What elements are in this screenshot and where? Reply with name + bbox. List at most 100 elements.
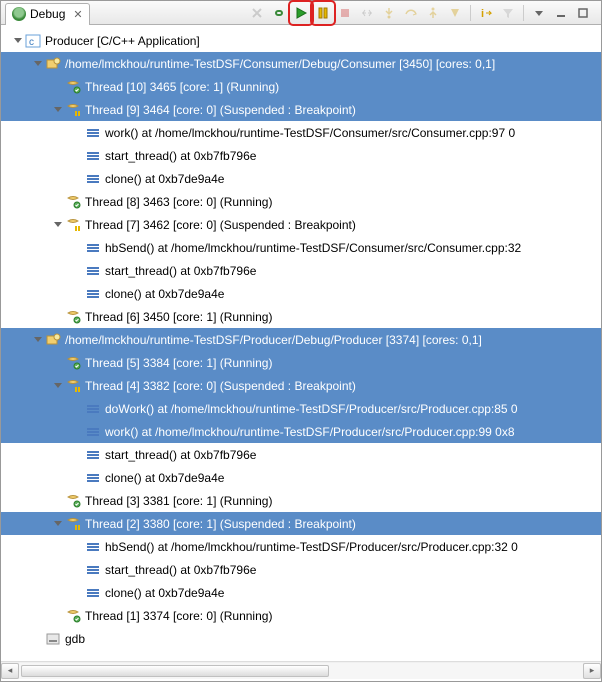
frame-icon	[85, 171, 101, 187]
gdb-process[interactable]: gdb	[1, 627, 601, 650]
instruction-step-icon[interactable]: i	[476, 3, 496, 23]
stack-frame[interactable]: work() at /home/lmckhou/runtime-TestDSF/…	[1, 420, 601, 443]
tree-item-label: Thread [4] 3382 [core: 0] (Suspended : B…	[85, 379, 356, 393]
thread-4[interactable]: Thread [4] 3382 [core: 0] (Suspended : B…	[1, 374, 601, 397]
stack-frame[interactable]: clone() at 0xb7de9a4e	[1, 581, 601, 604]
separator	[523, 5, 524, 21]
disconnect-icon[interactable]	[357, 3, 377, 23]
twistie-icon[interactable]	[9, 33, 25, 49]
thread-5[interactable]: Thread [5] 3384 [core: 1] (Running)	[1, 351, 601, 374]
thread-sus-icon	[65, 516, 81, 532]
twistie-icon[interactable]	[49, 378, 65, 394]
thread-3[interactable]: Thread [3] 3381 [core: 1] (Running)	[1, 489, 601, 512]
tree-item-label: Thread [2] 3380 [core: 1] (Suspended : B…	[85, 517, 356, 531]
drop-frame-icon[interactable]	[445, 3, 465, 23]
twistie-icon	[69, 470, 85, 486]
stack-frame[interactable]: clone() at 0xb7de9a4e	[1, 282, 601, 305]
step-over-icon[interactable]	[401, 3, 421, 23]
stack-frame[interactable]: clone() at 0xb7de9a4e	[1, 167, 601, 190]
tree-item-label: work() at /home/lmckhou/runtime-TestDSF/…	[105, 126, 515, 140]
thread-8[interactable]: Thread [8] 3463 [core: 0] (Running)	[1, 190, 601, 213]
stack-frame[interactable]: start_thread() at 0xb7fb796e	[1, 558, 601, 581]
tree-item-label: start_thread() at 0xb7fb796e	[105, 563, 256, 577]
gdb-icon	[45, 631, 61, 647]
scroll-thumb[interactable]	[21, 665, 329, 677]
thread-run-icon	[65, 194, 81, 210]
debug-tree[interactable]: cProducer [C/C++ Application] /home/lmckh…	[1, 25, 601, 661]
stack-frame[interactable]: clone() at 0xb7de9a4e	[1, 466, 601, 489]
debug-tab[interactable]: Debug ✕	[5, 3, 90, 25]
tree-item-label: hbSend() at /home/lmckhou/runtime-TestDS…	[105, 241, 521, 255]
twistie-icon	[69, 286, 85, 302]
proc-icon	[45, 56, 61, 72]
minimize-icon[interactable]	[551, 3, 571, 23]
twistie-icon[interactable]	[49, 102, 65, 118]
c-app-icon: c	[25, 33, 41, 49]
tree-item-label: clone() at 0xb7de9a4e	[105, 586, 224, 600]
frame-icon	[85, 263, 101, 279]
thread-run-icon	[65, 309, 81, 325]
twistie-icon[interactable]	[49, 217, 65, 233]
resume-icon[interactable]	[291, 3, 311, 23]
stack-frame[interactable]: start_thread() at 0xb7fb796e	[1, 144, 601, 167]
horizontal-scrollbar[interactable]: ◂ ▸	[1, 661, 601, 679]
step-return-icon[interactable]	[423, 3, 443, 23]
frame-icon	[85, 401, 101, 417]
tree-item-label: clone() at 0xb7de9a4e	[105, 471, 224, 485]
remove-terminated-icon[interactable]	[247, 3, 267, 23]
process-producer[interactable]: /home/lmckhou/runtime-TestDSF/Producer/D…	[1, 328, 601, 351]
tree-item-label: work() at /home/lmckhou/runtime-TestDSF/…	[105, 425, 515, 439]
suspend-icon[interactable]	[313, 3, 333, 23]
thread-6[interactable]: Thread [6] 3450 [core: 1] (Running)	[1, 305, 601, 328]
connect-icon[interactable]	[269, 3, 289, 23]
use-step-filters-icon[interactable]	[498, 3, 518, 23]
twistie-icon	[49, 194, 65, 210]
thread-1[interactable]: Thread [1] 3374 [core: 0] (Running)	[1, 604, 601, 627]
twistie-icon[interactable]	[29, 56, 45, 72]
svg-text:i: i	[481, 8, 484, 20]
thread-run-icon	[65, 355, 81, 371]
debug-icon	[12, 7, 26, 21]
thread-7[interactable]: Thread [7] 3462 [core: 0] (Suspended : B…	[1, 213, 601, 236]
tree-item-label: /home/lmckhou/runtime-TestDSF/Consumer/D…	[65, 57, 495, 71]
tree-item-label: Thread [3] 3381 [core: 1] (Running)	[85, 494, 272, 508]
twistie-icon[interactable]	[49, 516, 65, 532]
close-icon[interactable]: ✕	[69, 8, 82, 21]
twistie-icon	[69, 148, 85, 164]
launch-config[interactable]: cProducer [C/C++ Application]	[1, 29, 601, 52]
maximize-icon[interactable]	[573, 3, 593, 23]
tree-item-label: doWork() at /home/lmckhou/runtime-TestDS…	[105, 402, 518, 416]
tree-item-label: hbSend() at /home/lmckhou/runtime-TestDS…	[105, 540, 518, 554]
scroll-right-button[interactable]: ▸	[583, 663, 601, 679]
thread-9[interactable]: Thread [9] 3464 [core: 0] (Suspended : B…	[1, 98, 601, 121]
tree-item-label: start_thread() at 0xb7fb796e	[105, 264, 256, 278]
frame-icon	[85, 240, 101, 256]
stack-frame[interactable]: work() at /home/lmckhou/runtime-TestDSF/…	[1, 121, 601, 144]
twistie-icon	[69, 240, 85, 256]
proc-icon	[45, 332, 61, 348]
scroll-track[interactable]	[19, 663, 583, 679]
scroll-left-button[interactable]: ◂	[1, 663, 19, 679]
tree-item-label: clone() at 0xb7de9a4e	[105, 287, 224, 301]
twistie-icon	[69, 424, 85, 440]
process-consumer[interactable]: /home/lmckhou/runtime-TestDSF/Consumer/D…	[1, 52, 601, 75]
debug-toolbar: i	[247, 3, 597, 23]
twistie-icon[interactable]	[29, 332, 45, 348]
stack-frame[interactable]: doWork() at /home/lmckhou/runtime-TestDS…	[1, 397, 601, 420]
twistie-icon	[29, 631, 45, 647]
frame-icon	[85, 148, 101, 164]
tree-item-label: start_thread() at 0xb7fb796e	[105, 448, 256, 462]
thread-10[interactable]: Thread [10] 3465 [core: 1] (Running)	[1, 75, 601, 98]
tree-item-label: Thread [9] 3464 [core: 0] (Suspended : B…	[85, 103, 356, 117]
stack-frame[interactable]: hbSend() at /home/lmckhou/runtime-TestDS…	[1, 535, 601, 558]
thread-run-icon	[65, 608, 81, 624]
twistie-icon	[49, 79, 65, 95]
tree-item-label: /home/lmckhou/runtime-TestDSF/Producer/D…	[65, 333, 482, 347]
view-menu-icon[interactable]	[529, 3, 549, 23]
stack-frame[interactable]: start_thread() at 0xb7fb796e	[1, 443, 601, 466]
stack-frame[interactable]: start_thread() at 0xb7fb796e	[1, 259, 601, 282]
stack-frame[interactable]: hbSend() at /home/lmckhou/runtime-TestDS…	[1, 236, 601, 259]
thread-2[interactable]: Thread [2] 3380 [core: 1] (Suspended : B…	[1, 512, 601, 535]
step-into-icon[interactable]	[379, 3, 399, 23]
terminate-icon[interactable]	[335, 3, 355, 23]
